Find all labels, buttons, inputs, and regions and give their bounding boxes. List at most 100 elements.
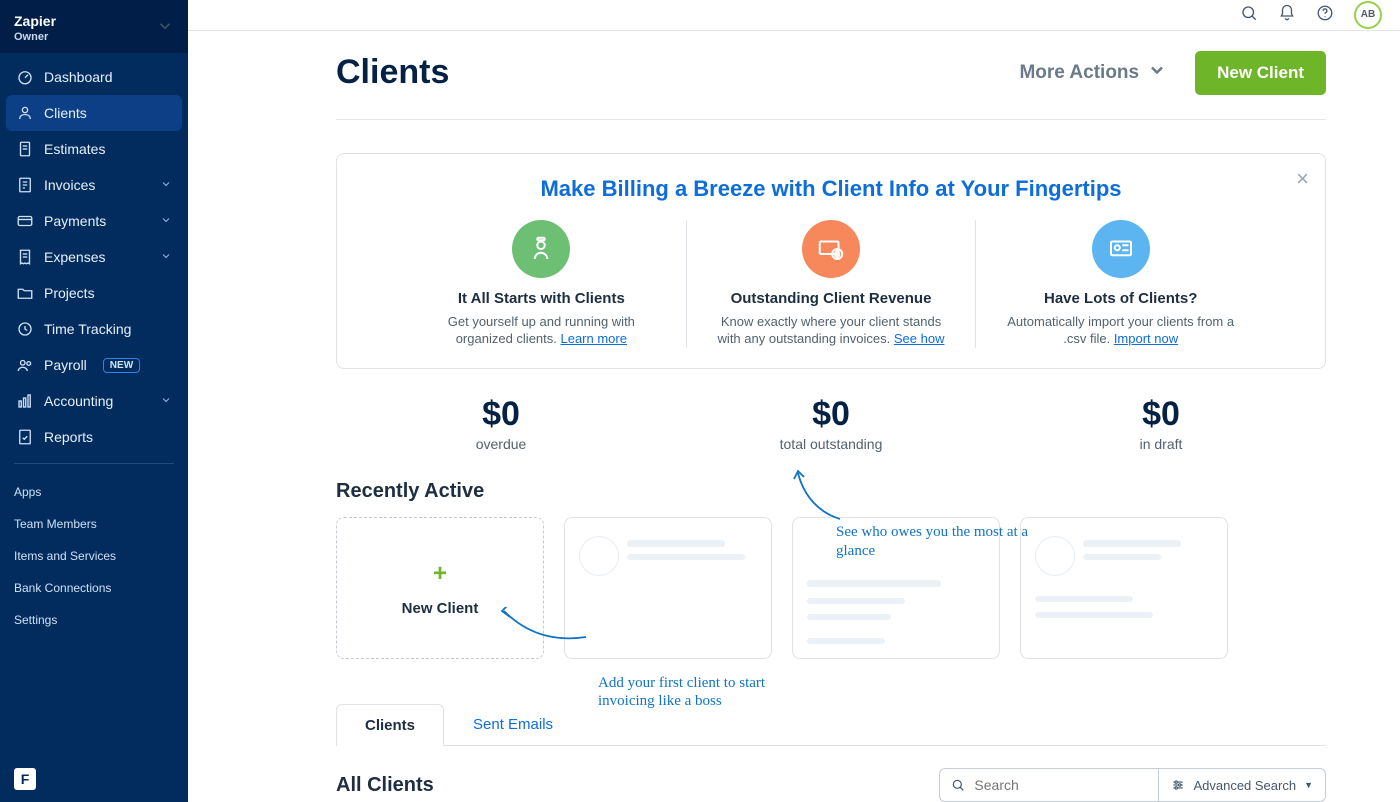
- list-header: All Clients Advanced Search ▼: [336, 768, 1326, 802]
- hero-col-icon: [1092, 220, 1150, 278]
- advanced-search-button[interactable]: Advanced Search ▼: [1159, 768, 1326, 802]
- new-client-button[interactable]: New Client: [1195, 51, 1326, 95]
- sidebar-item-label: Accounting: [44, 393, 113, 409]
- sidebar-item-projects[interactable]: Projects: [6, 275, 182, 311]
- chevron-down-icon: [160, 177, 172, 193]
- account-switcher[interactable]: Zapier Owner: [0, 0, 188, 53]
- search-icon[interactable]: [1240, 4, 1258, 25]
- stat-label: in draft: [996, 436, 1326, 452]
- gauge-icon: [16, 68, 34, 86]
- sidebar-item-dashboard[interactable]: Dashboard: [6, 59, 182, 95]
- advanced-search-label: Advanced Search: [1193, 778, 1296, 793]
- hero-col-body: Know exactly where your client stands wi…: [711, 313, 952, 348]
- page-title: Clients: [336, 53, 449, 92]
- tab-sent-emails[interactable]: Sent Emails: [444, 703, 582, 745]
- help-icon[interactable]: [1316, 4, 1334, 25]
- sidebar-item-payments[interactable]: Payments: [6, 203, 182, 239]
- hero-col-link[interactable]: Import now: [1114, 331, 1178, 346]
- hero-col-link[interactable]: See how: [894, 331, 945, 346]
- secondary-nav: AppsTeam MembersItems and ServicesBank C…: [0, 472, 188, 640]
- sidebar-item-time-tracking[interactable]: Time Tracking: [6, 311, 182, 347]
- plus-icon: +: [433, 560, 447, 588]
- page-actions: More Actions New Client: [1019, 51, 1326, 95]
- stat-value: $0: [996, 395, 1326, 434]
- sidebar-item-label: Expenses: [44, 249, 105, 265]
- sidebar-item-label: Reports: [44, 429, 93, 445]
- stat-overdue: $0overdue: [336, 395, 666, 452]
- sidebar-item-label: Payments: [44, 213, 106, 229]
- page-header: Clients More Actions New Client: [336, 51, 1326, 120]
- all-clients-title: All Clients: [336, 774, 434, 797]
- notifications-icon[interactable]: [1278, 4, 1296, 25]
- sidebar-item-label: Time Tracking: [44, 321, 131, 337]
- content: Clients More Actions New Client × Make B…: [188, 31, 1400, 802]
- folder-icon: [16, 284, 34, 302]
- new-badge: NEW: [103, 358, 140, 373]
- secondary-nav-bank-connections[interactable]: Bank Connections: [14, 572, 174, 604]
- recently-active-row: + New Client: [336, 517, 1326, 659]
- hero-col-2: Have Lots of Clients?Automatically impor…: [975, 220, 1265, 348]
- hero-title: Make Billing a Breeze with Client Info a…: [397, 176, 1265, 202]
- main: AB Clients More Actions New Client × Mak…: [188, 0, 1400, 802]
- tabs-row: ClientsSent Emails: [336, 703, 1326, 746]
- hero-col-1: $Outstanding Client RevenueKnow exactly …: [686, 220, 976, 348]
- close-icon[interactable]: ×: [1296, 166, 1309, 192]
- new-client-card-label: New Client: [402, 600, 479, 617]
- invoice-icon: [16, 176, 34, 194]
- user-avatar[interactable]: AB: [1354, 1, 1382, 29]
- stat-in-draft: $0 in draft: [996, 395, 1326, 452]
- sidebar-item-label: Payroll: [44, 357, 87, 373]
- hero-col-icon: [512, 220, 570, 278]
- hero-col-icon: $: [802, 220, 860, 278]
- sidebar-item-label: Dashboard: [44, 69, 113, 85]
- search-group: Advanced Search ▼: [939, 768, 1326, 802]
- sidebar: Zapier Owner Dashboard Clients Estimates In…: [0, 0, 188, 802]
- company-role: Owner: [14, 31, 56, 43]
- stats-row: $0overdue$0total outstanding$0in draft: [336, 395, 1326, 452]
- sidebar-item-accounting[interactable]: Accounting: [6, 383, 182, 419]
- sidebar-item-reports[interactable]: Reports: [6, 419, 182, 455]
- more-actions-label: More Actions: [1019, 62, 1139, 84]
- sidebar-item-label: Estimates: [44, 141, 105, 157]
- hero-col-title: It All Starts with Clients: [458, 290, 625, 307]
- topbar: AB: [188, 0, 1400, 31]
- clock-icon: [16, 320, 34, 338]
- search-box[interactable]: [939, 768, 1159, 802]
- person-icon: [16, 104, 34, 122]
- hero-col-link[interactable]: Learn more: [560, 331, 626, 346]
- sidebar-item-clients[interactable]: Clients: [6, 95, 182, 131]
- sidebar-item-estimates[interactable]: Estimates: [6, 131, 182, 167]
- stat-total-outstanding: $0 total outstanding: [666, 395, 996, 452]
- secondary-nav-items-and-services[interactable]: Items and Services: [14, 540, 174, 572]
- secondary-nav-apps[interactable]: Apps: [14, 476, 174, 508]
- chevron-down-icon: [1147, 60, 1167, 86]
- stat-label: total outstanding: [666, 436, 996, 452]
- placeholder-card: [1020, 517, 1228, 659]
- sidebar-item-invoices[interactable]: Invoices: [6, 167, 182, 203]
- sidebar-item-label: Invoices: [44, 177, 95, 193]
- document-icon: [16, 140, 34, 158]
- stat-value: $0: [336, 395, 666, 434]
- caret-down-icon: ▼: [1304, 780, 1313, 790]
- chevron-down-icon: [160, 393, 172, 409]
- chevron-down-icon: [156, 17, 174, 40]
- callout-owes: See who owes you the most at a glance: [836, 523, 1036, 561]
- sidebar-item-expenses[interactable]: Expenses: [6, 239, 182, 275]
- secondary-nav-team-members[interactable]: Team Members: [14, 508, 174, 540]
- secondary-nav-settings[interactable]: Settings: [14, 604, 174, 636]
- hero-banner: × Make Billing a Breeze with Client Info…: [336, 153, 1326, 369]
- more-actions-dropdown[interactable]: More Actions: [1019, 60, 1167, 86]
- tab-clients[interactable]: Clients: [336, 704, 444, 746]
- stat-value: $0: [666, 395, 996, 434]
- sidebar-item-payroll[interactable]: Payroll NEW: [6, 347, 182, 383]
- search-icon: [950, 776, 966, 794]
- receipt-icon: [16, 248, 34, 266]
- report-icon: [16, 428, 34, 446]
- app-logo[interactable]: F: [14, 768, 36, 790]
- hero-col-body: Get yourself up and running with organiz…: [421, 313, 662, 348]
- nav-divider: [14, 463, 174, 464]
- primary-nav: Dashboard Clients Estimates Invoices Payment…: [0, 53, 188, 455]
- search-input[interactable]: [972, 776, 1148, 794]
- chart-icon: [16, 392, 34, 410]
- sliders-icon: [1171, 778, 1185, 792]
